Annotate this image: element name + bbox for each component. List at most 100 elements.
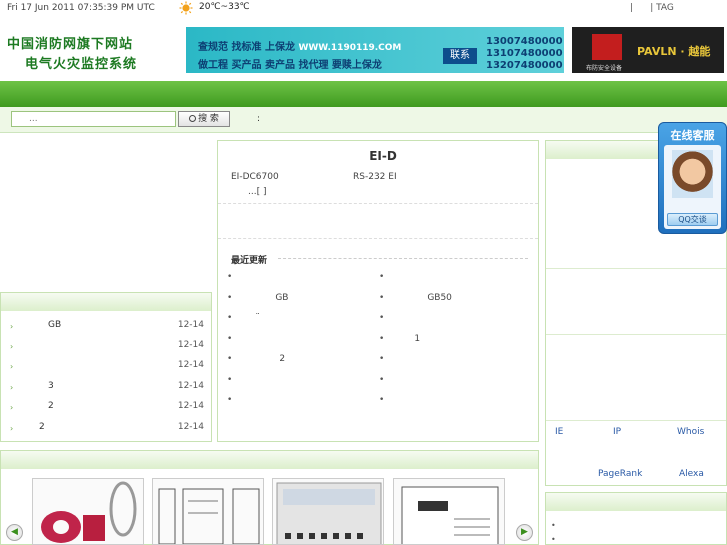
article-text: EI-DC6700 [231, 172, 279, 182]
list-item[interactable]: • [227, 272, 235, 282]
banner-url: WWW.1190119.COM [298, 43, 402, 53]
search-button[interactable]: 搜 索 [178, 111, 230, 127]
bullet-icon: • [227, 395, 233, 405]
ad2-brand: PAVLN · 越能 [637, 45, 711, 58]
banner-slogan2: 做工程 买产品 卖产品 找代理 要赎上保龙 [198, 60, 382, 71]
bullet-icon: • [379, 375, 385, 385]
alexa-link[interactable]: Alexa [679, 469, 704, 479]
product-thumbnail[interactable] [152, 478, 264, 545]
divider [278, 258, 528, 259]
whois-link[interactable]: Whois [677, 427, 704, 437]
list-item[interactable]: • 2 [227, 354, 285, 364]
bullet-icon: • [379, 334, 385, 344]
panel-header [546, 493, 726, 511]
list-item[interactable]: • [379, 395, 387, 405]
qq-chat-button[interactable]: QQ交谈 [667, 213, 718, 226]
bullet-icon: • [227, 334, 233, 344]
list-item[interactable]: • [379, 375, 387, 385]
phone-number: 13007480000 [486, 36, 563, 47]
bullet-icon: • [551, 521, 556, 530]
ad-banner[interactable]: 查规范 找标准 上保龙 WWW.1190119.COM 做工程 买产品 卖产品 … [186, 27, 564, 73]
phone-number: 13207480000 [486, 60, 563, 71]
ie-link[interactable]: IE [555, 427, 563, 437]
divider [546, 420, 726, 421]
site-logo-line2[interactable]: 电气火灾监控系统 [25, 53, 137, 72]
module-drawing-image [158, 488, 260, 544]
online-service-title: 在线客服 [670, 129, 715, 142]
list-item[interactable]: • 1 [379, 334, 420, 344]
list-item[interactable]: • [379, 272, 387, 282]
ip-link[interactable]: IP [613, 427, 621, 437]
list-item[interactable]: › 2 12-14 [8, 401, 204, 415]
divider [546, 268, 726, 269]
panel-header [1, 451, 538, 469]
bullet-icon: • [379, 272, 385, 282]
banner-phones: 13007480000 13107480000 13207480000 [486, 36, 563, 72]
ad2-caption: 布防安全设备 [586, 65, 623, 72]
bullet-icon: • [227, 354, 233, 364]
bullet-icon: • [551, 535, 556, 544]
list-item[interactable]: › 12-14 [8, 360, 204, 374]
search-colon: : [257, 114, 261, 124]
article-text: RS-232 EI [353, 172, 397, 182]
site-logo-line1[interactable]: 中国消防网旗下网站 [7, 33, 133, 52]
list-item[interactable]: • [227, 334, 235, 344]
search-icon [189, 115, 197, 122]
product-thumbnail[interactable] [32, 478, 144, 545]
left-news-panel: › GB 12-14 › 12-14 › 12-14 › 3 12-14 › 2 12-14 ›… [0, 292, 212, 442]
read-more-link[interactable]: ...[ ] [248, 187, 266, 197]
weather-text: 20℃~33℃ [199, 2, 250, 12]
product-thumbnail[interactable] [393, 478, 505, 545]
list-item[interactable]: › 3 12-14 [8, 381, 204, 395]
bullet-icon: • [227, 313, 233, 323]
bullet-icon: • [379, 395, 385, 405]
main-article-panel: EI-D EI-DC6700 RS-232 EI ...[ ] 最近更新 • •… [217, 140, 539, 442]
panel-header [1, 293, 211, 311]
bullet-icon: • [227, 375, 233, 385]
arrow-icon: › [10, 424, 14, 433]
list-item[interactable]: • [227, 375, 235, 385]
list-item[interactable]: › 12-14 [8, 340, 204, 354]
article-title[interactable]: EI-D [218, 149, 538, 163]
banner-slogan: 查规范 找标准 上保龙 WWW.1190119.COM [198, 42, 402, 53]
latest-updates-heading: 最近更新 [231, 256, 268, 266]
agent-avatar [672, 150, 713, 198]
divider [546, 334, 726, 335]
right-bottom-panel: • • [545, 492, 727, 545]
pagerank-link[interactable]: PageRank [598, 469, 642, 479]
bullet-icon: • [379, 313, 385, 323]
wiring-diagram-image [401, 486, 499, 544]
search-input[interactable] [11, 111, 176, 127]
gate-icon [592, 34, 622, 60]
online-service-widget: 在线客服 QQ交谈 [658, 122, 727, 234]
arrow-icon: › [10, 383, 14, 392]
sun-icon [179, 1, 193, 15]
date-display: Fri 17 Jun 2011 07:35:39 PM UTC [7, 3, 155, 13]
bullet-icon: • [379, 354, 385, 364]
online-service-body: QQ交谈 [664, 145, 721, 229]
top-links[interactable]: | | TAG [630, 3, 674, 13]
list-item[interactable]: • [379, 354, 387, 364]
list-item[interactable]: • GB50 [379, 293, 452, 303]
list-item[interactable]: • [227, 395, 235, 405]
sensor-ring-image [41, 481, 137, 543]
divider [218, 238, 538, 239]
ad-banner-pavln[interactable]: 布防安全设备 PAVLN · 越能 [572, 27, 724, 73]
list-item[interactable]: • GB [227, 293, 288, 303]
list-item[interactable]: › GB 12-14 [8, 320, 204, 334]
main-nav-bar [0, 81, 727, 107]
monitor-device-image [276, 482, 382, 544]
arrow-icon: › [10, 403, 14, 412]
phone-number: 13107480000 [486, 48, 563, 59]
list-item[interactable]: • ¨ [227, 313, 260, 323]
arrow-icon: › [10, 362, 14, 371]
bullet-icon: • [379, 293, 385, 303]
list-item[interactable]: • [379, 313, 387, 323]
arrow-icon: › [10, 342, 14, 351]
product-thumbnail[interactable] [272, 478, 384, 545]
carousel-next-button[interactable]: ▶ [516, 524, 533, 541]
top-bar: Fri 17 Jun 2011 07:35:39 PM UTC 20℃~33℃ … [0, 0, 727, 18]
carousel-prev-button[interactable]: ◀ [6, 524, 23, 541]
bullet-icon: • [227, 293, 233, 303]
list-item[interactable]: › 2 12-14 [8, 422, 204, 436]
